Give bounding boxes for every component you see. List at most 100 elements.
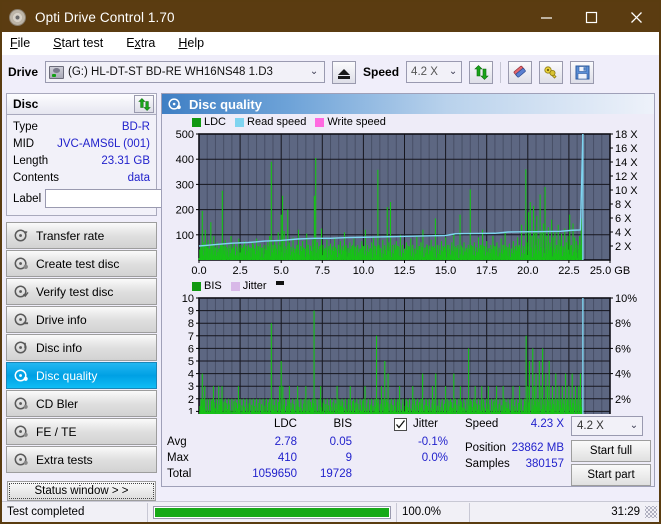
erase-button[interactable] [508,60,533,84]
eject-button[interactable] [332,60,357,84]
drive-select[interactable]: (G:) HL-DT-ST BD-RE WH16NS48 1.D3 ⌄ [45,61,326,83]
disc-row-mid: MID JVC-AMS6L (001) [13,135,150,152]
refresh-icon [137,97,151,111]
svg-text:4 X: 4 X [615,227,632,239]
tools-button[interactable] [539,60,564,84]
sidebar-item-extra-tests[interactable]: Extra tests [6,446,157,473]
legend-entry-jitter: Jitter [230,280,267,292]
menu-file[interactable]: File [10,36,42,50]
disc-row-contents: Contents data [13,169,150,186]
sidebar-item-label: FE / TE [36,424,77,439]
test-speed-select[interactable]: 4.2 X ⌄ [571,416,643,436]
sidebar-item-label: Disc info [36,340,83,355]
disc-icon [13,340,29,356]
sidebar-item-cd-bler[interactable]: CD Bler [6,390,157,417]
menu-help[interactable]: Help [178,36,216,50]
disc-row-length-key: Length [13,154,49,167]
left-panel: Disc Type BD-R MID JVC-AMS6L (001) Lengt… [2,89,247,501]
svg-text:4%: 4% [615,369,631,381]
svg-text:3: 3 [188,381,194,393]
svg-text:7: 7 [188,331,194,343]
maximize-icon[interactable] [569,2,614,32]
menu-start-test[interactable]: Start test [53,36,115,50]
stats-row-total: Total [167,468,192,480]
svg-text:100: 100 [176,230,194,242]
svg-text:8 X: 8 X [615,199,632,211]
menu-start-test-rest: tart test [61,36,104,50]
start-part-button[interactable]: Start part [571,464,651,486]
svg-text:17.5: 17.5 [476,265,497,277]
svg-text:6%: 6% [615,343,631,355]
sidebar-item-fe-te[interactable]: FE / TE [6,418,157,445]
legend-label-bis: BIS [204,280,222,292]
disc-icon [13,424,29,440]
sidebar-item-disc-info[interactable]: Disc info [6,334,157,361]
disc-row-mid-key: MID [13,137,35,150]
svg-text:10 X: 10 X [615,185,638,197]
jitter-checkbox[interactable] [394,418,407,431]
sidebar-item-label: Drive info [36,312,87,327]
sidebar-item-drive-info[interactable]: Drive info [6,306,157,333]
status-window-button[interactable]: Status window > > [7,481,156,501]
disc-row-length-value: 23.31 GB [101,154,150,167]
save-button[interactable] [570,60,595,84]
charts-container: LDC Read speed Write speed 0.0 2.5 5.0 7.5 1… [162,114,654,441]
menu-help-rest: elp [187,36,205,50]
svg-text:12 X: 12 X [615,171,638,183]
svg-text:6: 6 [188,343,194,355]
disc-label-key: Label [13,192,42,205]
progress-fill [155,507,389,517]
legend-label-write-speed: Write speed [327,116,386,128]
sidebar-item-disc-quality[interactable]: Disc quality [6,362,157,389]
save-icon [575,65,590,79]
svg-text:6 X: 6 X [615,213,632,225]
svg-text:7.5: 7.5 [315,265,330,277]
jitter-label: Jitter [413,418,438,430]
disc-icon [9,8,26,26]
sidebar-item-create-test-disc[interactable]: Create test disc [6,250,157,277]
disc-icon [13,312,29,328]
sidebar-item-transfer-rate[interactable]: Transfer rate [6,222,157,249]
disc-icon [13,284,29,300]
stats-total-ldc: 1059650 [252,468,297,480]
disc-icon [168,98,181,110]
sidebar-item-label: Transfer rate [36,228,105,243]
sidebar-item-verify-test-disc[interactable]: Verify test disc [6,278,157,305]
svg-text:2%: 2% [615,394,631,406]
menu-bar: File Start test Extra Help [2,32,659,55]
window-controls [524,2,659,32]
minimize-icon[interactable] [524,2,569,32]
stats-col-ldc: LDC [273,418,297,430]
disc-icon [13,256,29,272]
svg-text:200: 200 [176,205,194,217]
stats-row-avg: Avg [167,436,187,448]
status-bar: Test completed 100.0% 31:29 [2,501,659,522]
disc-refresh-button[interactable] [134,95,154,113]
legend-swatch-read-speed [235,117,245,127]
svg-text:9: 9 [188,306,194,318]
ldc-chart: 0.0 2.5 5.0 7.5 10.0 12.5 15.0 17.5 20.0 22.5 25.0… [176,129,639,277]
svg-text:4: 4 [188,369,194,381]
progress-cell [148,502,396,523]
legend-entry-ldc: LDC [192,116,226,128]
stats-row-max: Max [167,452,189,464]
disc-row-type-value: BD-R [121,120,150,133]
start-full-button[interactable]: Start full [571,440,651,462]
svg-text:2: 2 [188,394,194,406]
svg-text:8: 8 [188,318,194,330]
resize-grip-icon[interactable] [645,506,657,518]
refresh-button[interactable] [469,60,494,84]
svg-text:10%: 10% [615,293,637,305]
svg-text:16 X: 16 X [615,143,638,155]
svg-text:25.0 GB: 25.0 GB [590,265,630,277]
section-title: Disc quality [189,96,262,112]
drive-select-value: (G:) HL-DT-ST BD-RE WH16NS48 1.D3 [68,66,273,78]
menu-extra[interactable]: Extra [126,36,167,50]
stats-max-jitter: 0.0% [421,452,448,464]
speed-select[interactable]: 4.2 X ⌄ [406,61,463,83]
app-window: Opti Drive Control 1.70 File Start test … [0,0,661,524]
status-message: Test completed [7,506,85,518]
elapsed-time: 31:29 [611,506,640,518]
sidebar-item-label: Create test disc [36,256,120,271]
close-icon[interactable] [614,2,659,32]
